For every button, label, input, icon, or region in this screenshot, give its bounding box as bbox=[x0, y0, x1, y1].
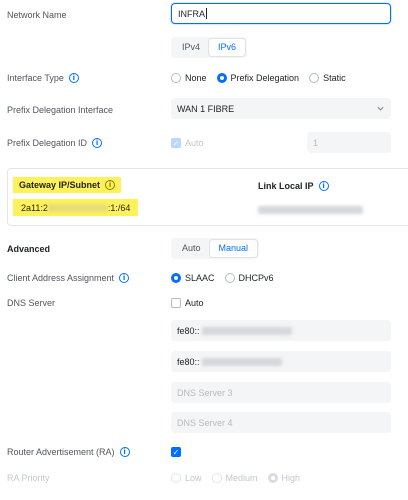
check-icon[interactable]: ✓ bbox=[171, 447, 181, 457]
check-icon[interactable]: ✓ bbox=[171, 138, 181, 148]
dns-server-label: DNS Server bbox=[7, 298, 56, 308]
ip-version-toggle: IPv4 IPv6 bbox=[171, 37, 248, 58]
info-icon[interactable]: i bbox=[318, 181, 329, 191]
redacted-text bbox=[201, 357, 282, 366]
dhcpv6-option[interactable]: DHCPv6 bbox=[224, 273, 274, 283]
dns-server-4-input[interactable]: DNS Server 4 bbox=[171, 412, 391, 433]
advanced-label: Advanced bbox=[7, 244, 51, 254]
dns-auto-checkbox-option: Auto bbox=[171, 298, 204, 308]
gateway-value: 2a11:2 :1:/64 bbox=[13, 199, 139, 216]
radio-button-selected[interactable] bbox=[267, 473, 278, 483]
link-local-header: Link Local IP i bbox=[258, 181, 329, 191]
ra-priority-high-option[interactable]: High bbox=[267, 473, 300, 483]
ipv4-tab[interactable]: IPv4 bbox=[173, 39, 209, 56]
ra-priority-low-option[interactable]: Low bbox=[171, 473, 202, 483]
info-icon[interactable]: i bbox=[119, 447, 130, 457]
text-cursor bbox=[206, 8, 207, 19]
client-address-assignment-label: Client Address Assignment i bbox=[7, 273, 130, 283]
gateway-header: Gateway IP/Subnet i bbox=[13, 177, 122, 193]
interface-type-label: Interface Type i bbox=[7, 73, 79, 83]
radio-button[interactable] bbox=[171, 73, 181, 83]
dns-server-3-input[interactable]: DNS Server 3 bbox=[171, 382, 391, 403]
prefix-delegation-id-input[interactable]: 1 bbox=[307, 132, 391, 153]
client-address-assignment-radio-group: SLAAC DHCPv6 bbox=[171, 273, 274, 283]
interface-type-radio-group: None Prefix Delegation Static bbox=[171, 73, 346, 83]
router-advertisement-toggle[interactable]: ✓ bbox=[171, 447, 181, 457]
link-local-value bbox=[258, 204, 363, 214]
advanced-manual-tab[interactable]: Manual bbox=[209, 240, 258, 257]
radio-button[interactable] bbox=[171, 473, 181, 483]
gateway-info-panel: Gateway IP/Subnet i 2a11:2 :1:/64 Link L… bbox=[7, 168, 408, 226]
info-icon[interactable]: i bbox=[105, 180, 116, 190]
advanced-auto-tab[interactable]: Auto bbox=[173, 240, 210, 257]
prefix-delegation-interface-label: Prefix Delegation Interface bbox=[7, 105, 114, 115]
redacted-text bbox=[201, 326, 292, 335]
radio-button-selected[interactable] bbox=[171, 273, 181, 283]
network-name-input[interactable]: INFRA bbox=[171, 3, 391, 24]
dns-auto-option[interactable]: Auto bbox=[171, 298, 204, 308]
auto-checkbox-option: ✓ Auto bbox=[171, 138, 204, 148]
ra-priority-medium-option[interactable]: Medium bbox=[211, 473, 258, 483]
ra-priority-label: RA Priority bbox=[7, 473, 50, 483]
radio-button[interactable] bbox=[211, 473, 222, 483]
interface-type-none-option[interactable]: None bbox=[171, 73, 207, 83]
interface-type-prefix-delegation-option[interactable]: Prefix Delegation bbox=[216, 73, 299, 83]
advanced-mode-toggle: Auto Manual bbox=[171, 238, 260, 259]
ra-priority-radio-group: Low Medium High bbox=[171, 473, 300, 483]
info-icon[interactable]: i bbox=[68, 73, 79, 83]
dns-auto-checkbox[interactable] bbox=[171, 298, 181, 308]
prefix-delegation-id-auto[interactable]: ✓ Auto bbox=[171, 138, 204, 148]
slaac-option[interactable]: SLAAC bbox=[171, 273, 215, 283]
info-icon[interactable]: i bbox=[92, 138, 103, 148]
ipv6-tab[interactable]: IPv6 bbox=[209, 39, 246, 56]
radio-button-selected[interactable] bbox=[216, 73, 227, 83]
prefix-delegation-id-label: Prefix Delegation ID i bbox=[7, 138, 103, 148]
dns-server-2-input[interactable]: fe80:: bbox=[171, 351, 391, 372]
redacted-text bbox=[258, 205, 363, 214]
dns-server-1-input[interactable]: fe80:: bbox=[171, 320, 391, 341]
router-advertisement-label: Router Advertisement (RA) i bbox=[7, 447, 130, 457]
redacted-text bbox=[47, 203, 108, 212]
network-name-label: Network Name bbox=[7, 10, 67, 20]
info-icon[interactable]: i bbox=[119, 273, 130, 283]
chevron-down-icon bbox=[377, 106, 384, 111]
radio-button[interactable] bbox=[309, 73, 320, 83]
radio-button[interactable] bbox=[224, 273, 235, 283]
prefix-delegation-interface-select[interactable]: WAN 1 FIBRE bbox=[171, 98, 391, 119]
interface-type-static-option[interactable]: Static bbox=[309, 73, 346, 83]
